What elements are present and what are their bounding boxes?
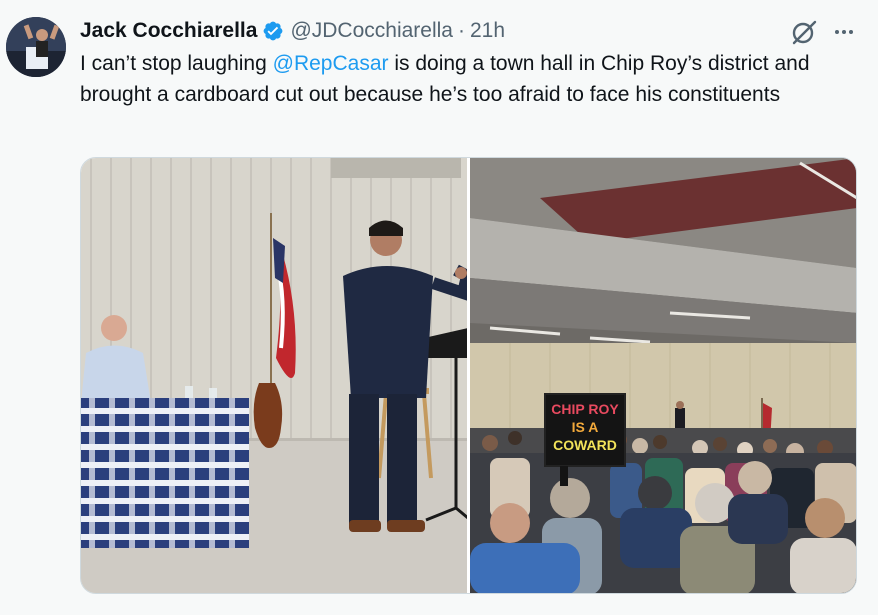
author-avatar[interactable] [6,17,66,77]
tweet-text: I can’t stop laughing @RepCasar is doing… [80,48,860,110]
sign-line-1: CHIP ROY [551,401,619,417]
tweet-timestamp[interactable]: 21h [470,19,505,43]
more-icon[interactable] [830,18,858,46]
photo-town-hall-speaker[interactable] [81,158,467,593]
photo-crowd-with-sign[interactable]: CHIP ROY IS A COWARD [470,158,856,593]
tweet-text-start: I can’t stop laughing [80,52,273,75]
separator-dot: · [458,19,465,42]
verified-badge-icon [262,20,284,42]
author-name[interactable]: Jack Cocchiarella [80,19,257,43]
tweet-media: CHIP ROY IS A COWARD [80,157,857,594]
sign-line-2: IS A [572,419,599,435]
grok-icon[interactable] [790,18,818,46]
mention-link[interactable]: @RepCasar [273,52,389,75]
author-handle[interactable]: @JDCocchiarella [290,19,453,43]
sign-line-3: COWARD [553,437,617,453]
tweet-header: Jack Cocchiarella @JDCocchiarella · 21h [80,17,808,45]
